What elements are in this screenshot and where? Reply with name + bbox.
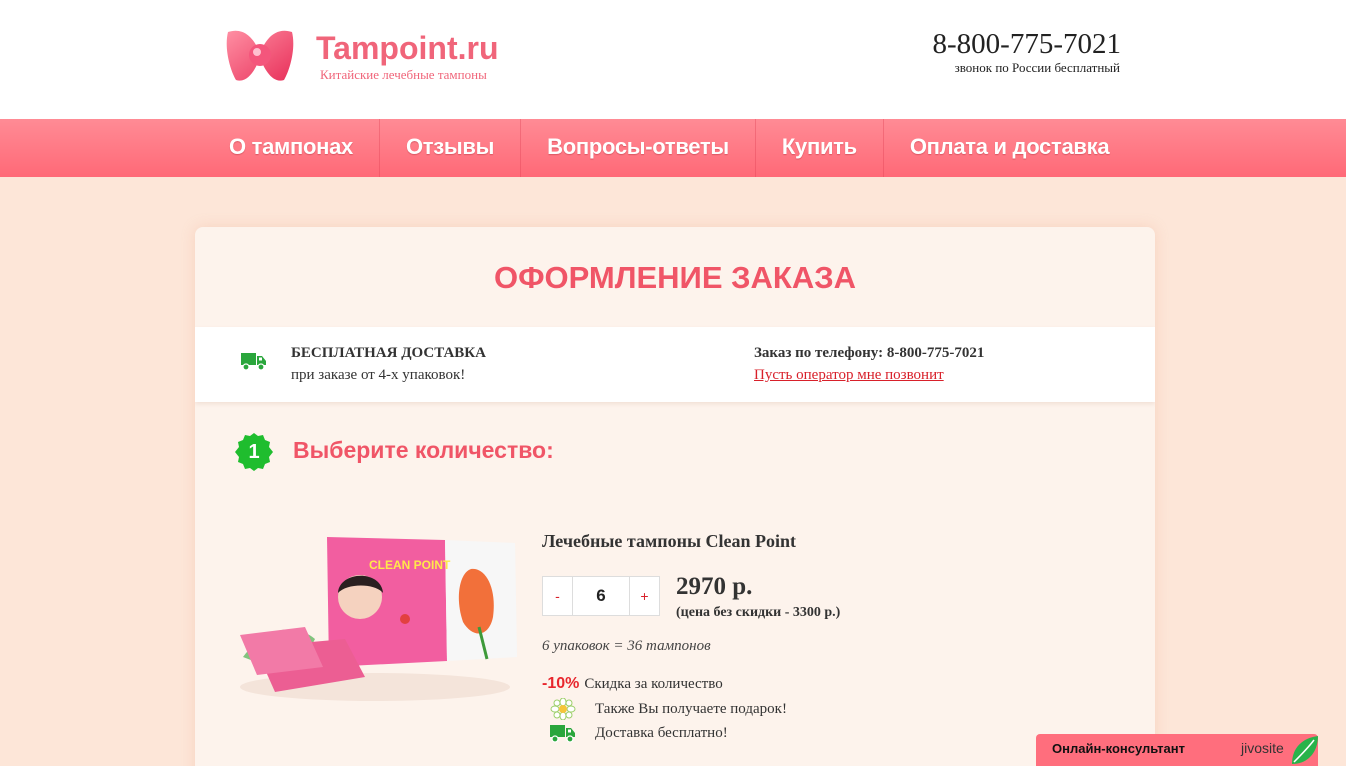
nav-item-reviews[interactable]: Отзывы <box>380 119 522 177</box>
product-price-without-discount: (цена без скидки - 3300 р.) <box>676 605 841 620</box>
free-delivery-title: БЕСПЛАТНАЯ ДОСТАВКА <box>291 345 487 361</box>
nav-item-buy[interactable]: Купить <box>756 119 884 177</box>
quantity-input[interactable]: 6 <box>572 577 630 615</box>
order-by-phone: Заказ по телефону: 8-800-775-7021 <box>754 345 985 361</box>
free-delivery-label: Доставка бесплатно! <box>595 724 728 741</box>
site-header: Tampoint.ru Китайские лечебные тампоны 8… <box>0 0 1346 119</box>
nav-item-about[interactable]: О тампонах <box>203 119 380 177</box>
quantity-increase-button[interactable]: + <box>630 577 659 615</box>
gift-row: Также Вы получаете подарок! <box>542 698 787 720</box>
box-brand-text: CLEAN POINT <box>369 558 451 572</box>
product-image: CLEAN POINT <box>240 537 517 701</box>
packs-note: 6 упаковок = 36 тампонов <box>542 638 711 654</box>
discount-label: Скидка за количество <box>584 675 723 692</box>
discount-percent: -10% <box>542 675 580 692</box>
callback-request-link[interactable]: Пусть оператор мне позвонит <box>754 367 944 384</box>
header-phone[interactable]: 8-800-775-7021 <box>933 28 1121 60</box>
nav-item-payment-delivery[interactable]: Оплата и доставка <box>884 119 1135 177</box>
product-price: 2970 р. <box>676 573 753 600</box>
chat-label[interactable]: Онлайн-консультант <box>1052 741 1185 756</box>
header-phone-note: звонок по России бесплатный <box>954 60 1120 75</box>
leaf-icon <box>1292 736 1318 764</box>
brand-name[interactable]: Tampoint.ru <box>316 28 499 68</box>
chat-brand: jivosite <box>1241 740 1284 756</box>
online-consultant-widget[interactable]: Онлайн-консультант jivosite <box>1036 734 1318 766</box>
flower-icon <box>550 698 576 720</box>
discount-row: -10% Скидка за количество <box>542 675 723 693</box>
page-title: ОФОРМЛЕНИЕ ЗАКАЗА <box>493 260 857 295</box>
brand-tagline: Китайские лечебные тампоны <box>320 67 487 82</box>
quantity-stepper: - 6 + <box>542 576 660 616</box>
quantity-decrease-button[interactable]: - <box>543 577 572 615</box>
order-card: ОФОРМЛЕНИЕ ЗАКАЗА БЕСПЛАТНАЯ ДОСТАВКА пр… <box>195 227 1155 766</box>
info-bar: БЕСПЛАТНАЯ ДОСТАВКА при заказе от 4-х уп… <box>195 327 1155 402</box>
gift-label: Также Вы получаете подарок! <box>595 700 787 717</box>
free-delivery-row: Доставка бесплатно! <box>542 722 728 744</box>
free-delivery-subtitle: при заказе от 4-х упаковок! <box>291 367 466 383</box>
main-nav: О тампонах Отзывы Вопросы-ответы Купить … <box>0 119 1346 177</box>
truck-icon <box>241 353 266 371</box>
step-number: 1 <box>248 441 260 463</box>
truck-icon <box>550 725 575 743</box>
step-title: Выберите количество: <box>293 437 554 463</box>
logo-icon[interactable] <box>224 24 296 86</box>
nav-item-faq[interactable]: Вопросы-ответы <box>521 119 756 177</box>
product-name: Лечебные тампоны Clean Point <box>542 531 797 551</box>
